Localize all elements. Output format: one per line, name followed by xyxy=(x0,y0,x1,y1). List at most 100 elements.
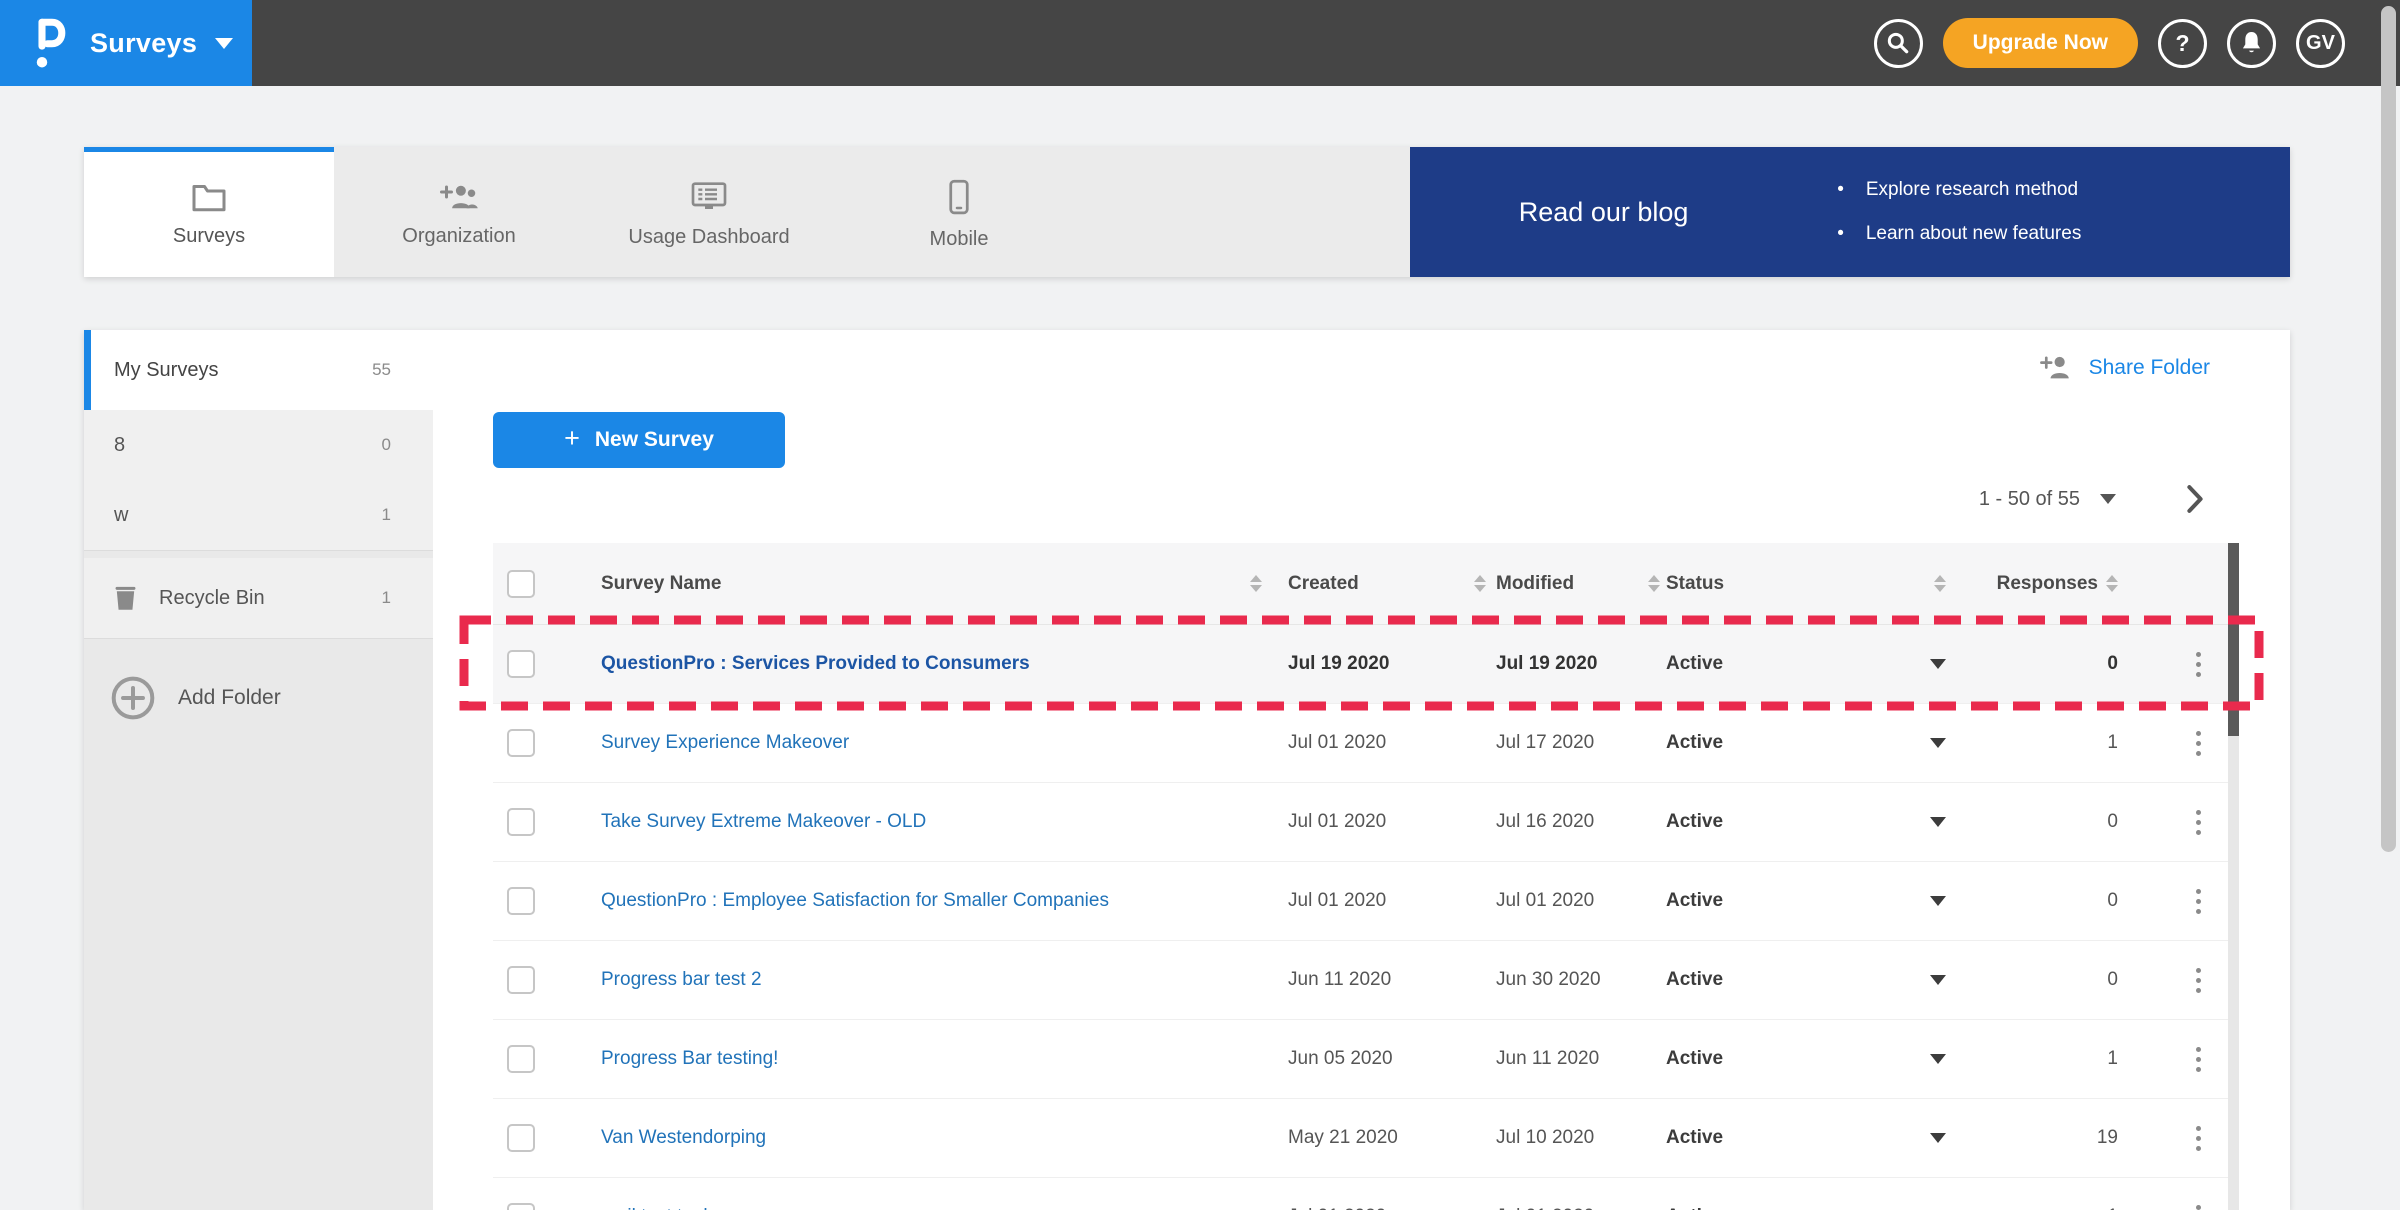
table-row[interactable]: Survey Experience Makeover Jul 01 2020 J… xyxy=(493,704,2230,783)
table-row[interactable]: Progress Bar testing! Jun 05 2020 Jun 11… xyxy=(493,1020,2230,1099)
row-menu-icon[interactable] xyxy=(2192,885,2205,918)
topbar-actions: Upgrade Now ? GV xyxy=(1874,0,2345,86)
table-header-row: Survey Name Created Modified Status Resp… xyxy=(493,543,2230,625)
status-dropdown-caret[interactable] xyxy=(1930,1054,1946,1064)
modified-date: Jul 19 2020 xyxy=(1496,653,1597,675)
banner-bullet-list: Explore research method Learn about new … xyxy=(1797,168,2081,255)
status-dropdown-caret[interactable] xyxy=(1930,817,1946,827)
table-row[interactable]: QuestionPro : Services Provided to Consu… xyxy=(493,625,2230,704)
header-modified: Modified xyxy=(1496,573,1574,595)
module-tab-bar: Surveys Organization Usage Dashboard xyxy=(84,147,2290,277)
table-row[interactable]: Van Westendorping May 21 2020 Jul 10 202… xyxy=(493,1099,2230,1178)
row-menu-icon[interactable] xyxy=(2192,806,2205,839)
tab-mobile[interactable]: Mobile xyxy=(834,147,1084,277)
responses-count: 19 xyxy=(2097,1127,2118,1149)
status-dropdown-caret[interactable] xyxy=(1930,659,1946,669)
sidebar-folder-item[interactable]: 8 0 xyxy=(84,410,433,480)
search-icon xyxy=(1885,30,1911,56)
status-value: Active xyxy=(1666,1206,1723,1210)
table-row[interactable]: Progress bar test 2 Jun 11 2020 Jun 30 2… xyxy=(493,941,2230,1020)
survey-name-link[interactable]: Progress bar test 2 xyxy=(601,969,762,991)
next-page-button[interactable] xyxy=(2186,484,2204,514)
top-navigation-bar: Surveys Upgrade Now ? xyxy=(0,0,2400,86)
tab-organization[interactable]: Organization xyxy=(334,147,584,277)
add-folder-button[interactable]: Add Folder xyxy=(84,646,433,750)
person-add-icon xyxy=(437,182,481,212)
folders-sidebar: My Surveys 55 8 0 w 1 xyxy=(84,330,433,1210)
notifications-button[interactable] xyxy=(2227,19,2276,68)
sidebar-item-recycle-bin[interactable]: Recycle Bin 1 xyxy=(84,558,433,638)
table-row[interactable]: QuestionPro : Employee Satisfaction for … xyxy=(493,862,2230,941)
sort-icon[interactable] xyxy=(2106,575,2118,592)
search-button[interactable] xyxy=(1874,19,1923,68)
survey-name-link[interactable]: QuestionPro : Employee Satisfaction for … xyxy=(601,890,1109,912)
share-folder-button[interactable]: Share Folder xyxy=(2039,354,2210,381)
status-dropdown-caret[interactable] xyxy=(1930,738,1946,748)
status-dropdown-caret[interactable] xyxy=(1930,896,1946,906)
row-checkbox[interactable] xyxy=(507,808,535,836)
table-row[interactable]: Take Survey Extreme Makeover - OLD Jul 0… xyxy=(493,783,2230,862)
sort-icon[interactable] xyxy=(1648,575,1660,592)
row-menu-icon[interactable] xyxy=(2192,648,2205,681)
status-dropdown-caret[interactable] xyxy=(1930,1133,1946,1143)
responses-count: 0 xyxy=(2107,811,2118,833)
survey-name-link[interactable]: Take Survey Extreme Makeover - OLD xyxy=(601,811,926,833)
created-date: Jul 01 2020 xyxy=(1288,811,1386,833)
sidebar-folder-item[interactable]: My Surveys 55 xyxy=(84,330,433,410)
survey-name-link[interactable]: Survey Experience Makeover xyxy=(601,732,849,754)
row-checkbox[interactable] xyxy=(507,1124,535,1152)
row-checkbox[interactable] xyxy=(507,650,535,678)
folder-count: 55 xyxy=(372,360,391,380)
select-all-checkbox[interactable] xyxy=(507,570,535,598)
table-body: QuestionPro : Services Provided to Consu… xyxy=(493,625,2230,1210)
row-checkbox[interactable] xyxy=(507,887,535,915)
sort-icon[interactable] xyxy=(1934,575,1946,592)
status-value: Active xyxy=(1666,811,1723,833)
question-mark-icon: ? xyxy=(2175,30,2189,57)
survey-name-link[interactable]: Progress Bar testing! xyxy=(601,1048,778,1070)
blog-banner[interactable]: Read our blog Explore research method Le… xyxy=(1410,147,2290,277)
row-checkbox[interactable] xyxy=(507,1045,535,1073)
trash-icon xyxy=(114,585,137,611)
sort-icon[interactable] xyxy=(1474,575,1486,592)
bell-icon xyxy=(2239,30,2264,56)
share-person-add-icon xyxy=(2039,354,2073,381)
modified-date: Jul 16 2020 xyxy=(1496,811,1594,833)
pagination-dropdown-caret[interactable] xyxy=(2100,494,2116,504)
status-value: Active xyxy=(1666,890,1723,912)
modified-date: Jul 01 2020 xyxy=(1496,890,1594,912)
tab-label: Mobile xyxy=(930,228,989,251)
circle-plus-icon xyxy=(110,675,156,721)
row-menu-icon[interactable] xyxy=(2192,1043,2205,1076)
row-menu-icon[interactable] xyxy=(2192,1201,2205,1210)
row-menu-icon[interactable] xyxy=(2192,1122,2205,1155)
help-button[interactable]: ? xyxy=(2158,19,2207,68)
table-scrollbar-track[interactable] xyxy=(2228,543,2239,1210)
page-scrollbar-thumb[interactable] xyxy=(2381,6,2396,852)
table-scrollbar-thumb[interactable] xyxy=(2228,543,2239,736)
row-checkbox[interactable] xyxy=(507,729,535,757)
account-avatar[interactable]: GV xyxy=(2296,19,2345,68)
sidebar-folder-item[interactable]: w 1 xyxy=(84,480,433,550)
folder-list: My Surveys 55 8 0 w 1 xyxy=(84,330,433,550)
mobile-icon xyxy=(948,179,970,215)
responses-count: 1 xyxy=(2107,1206,2118,1210)
new-survey-button[interactable]: + New Survey xyxy=(493,412,785,468)
tab-surveys[interactable]: Surveys xyxy=(84,147,334,277)
survey-name-link[interactable]: mail test tool xyxy=(601,1206,708,1210)
sort-icon[interactable] xyxy=(1250,575,1262,592)
row-menu-icon[interactable] xyxy=(2192,727,2205,760)
survey-name-link[interactable]: QuestionPro : Services Provided to Consu… xyxy=(601,653,1030,675)
status-dropdown-caret[interactable] xyxy=(1930,975,1946,985)
table-row[interactable]: mail test tool Jul 01 2020 Jul 01 2020 A… xyxy=(493,1178,2230,1210)
row-menu-icon[interactable] xyxy=(2192,964,2205,997)
modified-date: Jun 30 2020 xyxy=(1496,969,1601,991)
survey-name-link[interactable]: Van Westendorping xyxy=(601,1127,766,1149)
row-checkbox[interactable] xyxy=(507,966,535,994)
tab-usage-dashboard[interactable]: Usage Dashboard xyxy=(584,147,834,277)
upgrade-now-button[interactable]: Upgrade Now xyxy=(1943,18,2138,68)
row-checkbox[interactable] xyxy=(507,1203,535,1210)
product-switcher[interactable]: Surveys xyxy=(0,0,252,86)
folder-count: 0 xyxy=(382,435,391,455)
upgrade-now-label: Upgrade Now xyxy=(1973,31,2108,55)
